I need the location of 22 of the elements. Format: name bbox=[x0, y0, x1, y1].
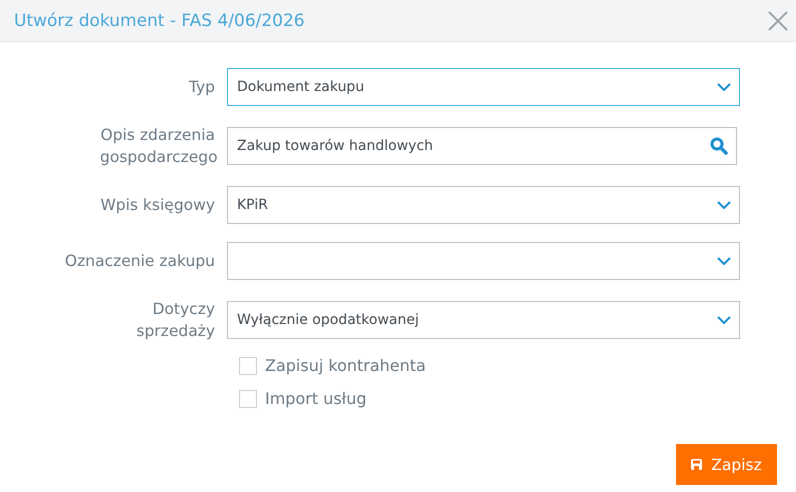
field-label: Oznaczenie zakupu bbox=[64, 251, 216, 272]
select-field[interactable]: KPiR bbox=[227, 186, 740, 224]
chevron-down-icon bbox=[717, 316, 731, 324]
checkbox-label: Import usług bbox=[265, 389, 367, 408]
field-label: Dotyczy sprzedaży bbox=[135, 299, 216, 342]
field-label: Wpis księgowy bbox=[99, 195, 216, 216]
close-icon[interactable] bbox=[768, 10, 788, 30]
select-field[interactable]: Wyłącznie opodatkowanej bbox=[227, 301, 740, 339]
checkbox[interactable] bbox=[239, 356, 257, 374]
floppy-icon bbox=[691, 459, 702, 470]
select-field[interactable]: Dokument zakupu bbox=[227, 68, 740, 106]
field-label: Opis zdarzenia gospodarczego bbox=[99, 125, 219, 168]
chevron-down-icon bbox=[717, 82, 731, 92]
chevron-down-icon bbox=[717, 256, 731, 266]
select-field[interactable] bbox=[227, 242, 740, 280]
field-label: Typ bbox=[188, 77, 216, 98]
search-field[interactable]: Zakup towarów handlowych bbox=[227, 127, 737, 165]
chevron-down-icon bbox=[717, 200, 731, 210]
window-title: Utwórz dokument - FAS 4/06/2026 bbox=[14, 10, 305, 30]
checkbox-label: Zapisuj kontrahenta bbox=[265, 356, 426, 375]
checkbox[interactable] bbox=[239, 390, 257, 408]
search-icon[interactable] bbox=[710, 137, 728, 155]
